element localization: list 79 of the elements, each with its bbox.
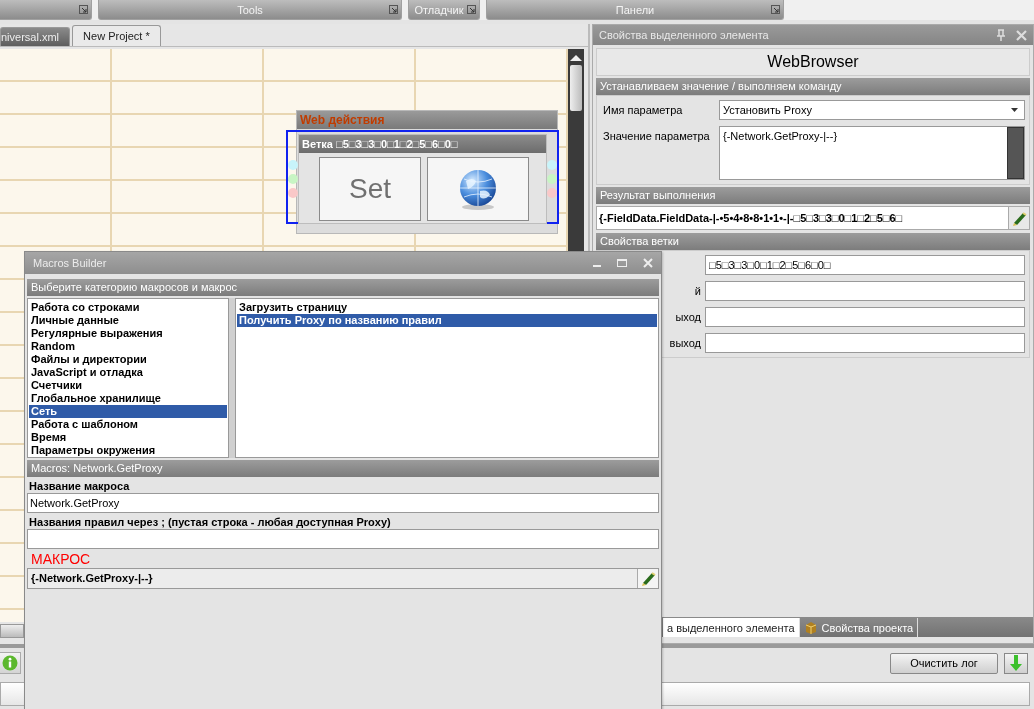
field-label: ыход <box>674 311 701 323</box>
window-title: Macros Builder <box>33 257 108 269</box>
field-label: Имя параметра <box>603 103 684 118</box>
action-block[interactable]: Set <box>319 157 421 221</box>
port-dot[interactable] <box>288 188 298 198</box>
list-item[interactable]: Счетчики <box>29 379 227 392</box>
dialog-launcher-icon <box>771 5 780 14</box>
section-header: Свойства ветки <box>596 233 1030 250</box>
input-field[interactable]: □5□3□3□0□1□2□5□6□0□ <box>705 255 1025 275</box>
port-dot[interactable] <box>288 160 298 170</box>
box-icon <box>803 620 818 635</box>
list-item[interactable]: Личные данные <box>29 314 227 327</box>
list-item[interactable]: JavaScript и отладка <box>29 366 227 379</box>
port-dot[interactable] <box>547 174 557 184</box>
dialog-launcher-icon <box>389 5 398 14</box>
scrollbar[interactable] <box>1007 127 1024 179</box>
list-item[interactable]: Регулярные выражения <box>29 327 227 340</box>
port-dot[interactable] <box>288 174 298 184</box>
dropdown-value: Установить Proxy <box>723 104 813 116</box>
macro-label: МАКРОС <box>30 551 92 568</box>
minimize-icon <box>593 265 601 267</box>
field-value: □5□3□3□0□1□2□5□6□0□ <box>709 259 831 271</box>
input-field[interactable] <box>27 529 659 549</box>
list-item[interactable]: Загрузить страницу <box>237 301 657 314</box>
port-dot[interactable] <box>547 160 557 170</box>
branch-node[interactable]: Ветка □5□3□3□0□1□2□5□6□0□ Set <box>298 134 547 224</box>
action-block[interactable] <box>427 157 529 221</box>
scroll-down-button[interactable] <box>1004 652 1028 674</box>
section-header: Macros: Network.GetProxy <box>27 460 659 477</box>
branch-title: Ветка □5□3□3□0□1□2□5□6□0□ <box>299 135 546 153</box>
port-dot[interactable] <box>547 188 557 198</box>
section-header: Результат выполнения <box>596 187 1030 204</box>
list-item[interactable]: Параметры окружения <box>29 444 227 457</box>
input-field[interactable] <box>705 307 1025 327</box>
dropdown[interactable]: Установить Proxy <box>719 100 1025 120</box>
pin-icon <box>996 29 1006 41</box>
field-label: й <box>693 285 701 297</box>
list-item[interactable]: Получить Proxy по названию правил <box>237 314 657 327</box>
field-label: выход <box>668 337 701 349</box>
dialog-launcher-icon <box>467 5 476 14</box>
document-tab[interactable]: New Project * <box>72 25 161 46</box>
panel-tab[interactable]: Свойства проекта <box>799 618 919 637</box>
panel-tab[interactable]: а выделенного элемента <box>663 618 800 637</box>
down-arrow-icon <box>1010 655 1022 671</box>
field-value: Network.GetProxy <box>30 497 120 509</box>
info-icon <box>2 655 18 671</box>
text-area[interactable]: {-Network.GetProxy-|--} <box>719 126 1025 180</box>
info-button[interactable] <box>0 652 21 674</box>
close-icon <box>1016 29 1027 41</box>
section-header: Выберите категорию макросов и макрос <box>27 279 659 296</box>
list-item[interactable]: Сеть <box>29 405 227 418</box>
dialog-launcher-icon <box>79 5 88 14</box>
list-item[interactable]: Random <box>29 340 227 353</box>
input-field[interactable] <box>705 333 1025 353</box>
group-title: Web действия <box>297 111 557 129</box>
clear-log-button[interactable]: Очистить лог <box>890 652 998 674</box>
element-name: WebBrowser <box>596 48 1030 76</box>
scrollbar[interactable] <box>0 624 24 638</box>
list-item[interactable]: Глобальное хранилище <box>29 392 227 405</box>
list-item[interactable]: Файлы и директории <box>29 353 227 366</box>
list-item[interactable]: Работа со строками <box>29 301 227 314</box>
text-area-value: {-Network.GetProxy-|--} <box>723 129 839 144</box>
field-label: Название макроса <box>28 480 131 493</box>
maximize-icon <box>617 258 627 268</box>
list-item[interactable]: Работа с шаблоном <box>29 418 227 431</box>
document-tab[interactable]: niversal.xml <box>0 27 71 46</box>
dropdown-arrow-icon <box>1011 108 1018 112</box>
field-label: Названия правил через ; (пустая строка - любая доступная Proxy) <box>28 516 392 529</box>
section-header: Устанавливаем значение / выполняем команду <box>596 78 1030 95</box>
toolbar-group-label: Панели <box>615 3 655 16</box>
toolbar-group-label: Отладчик <box>414 3 464 16</box>
splitter-handle[interactable] <box>229 298 235 458</box>
field-label: Значение параметра <box>603 129 711 144</box>
list-item[interactable]: Время <box>29 431 227 444</box>
close-icon <box>643 258 653 268</box>
input-field[interactable]: Network.GetProxy <box>27 493 659 513</box>
toolbar-group-label: Tools <box>237 3 263 16</box>
input-field[interactable] <box>705 281 1025 301</box>
panel-title: Свойства выделенного элемента <box>599 29 770 41</box>
